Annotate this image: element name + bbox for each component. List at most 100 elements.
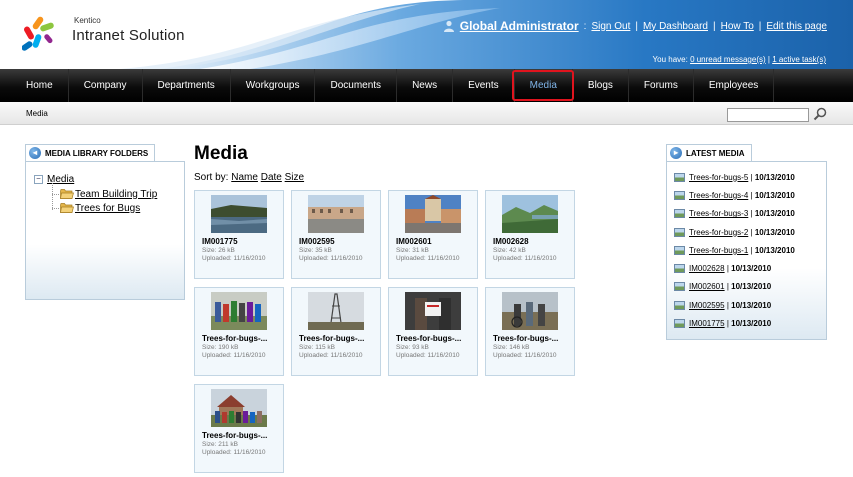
latest-media-link[interactable]: IM002601 [689, 282, 725, 291]
media-thumbnail[interactable] [502, 195, 558, 233]
list-item: IM002595 | 10/13/2010 [674, 296, 795, 314]
nav-item-media[interactable]: Media [511, 69, 575, 102]
sort-by-date-link[interactable]: Date [261, 172, 282, 183]
image-icon [674, 245, 685, 255]
tree-children: Team Building Trip Trees for Bugs [52, 181, 157, 215]
tree-collapse-toggle[interactable]: − [34, 175, 43, 184]
tile-name: Trees-for-bugs-... [493, 334, 559, 343]
tile-size: Size: 31 kB [396, 247, 429, 254]
sort-bar: Sort by: Name Date Size [194, 172, 304, 183]
nav-item-workgroups[interactable]: Workgroups [231, 69, 316, 102]
latest-media-date: 10/13/2010 [754, 209, 795, 219]
media-tile[interactable]: IM002601 Size: 31 kB Uploaded: 11/16/201… [388, 190, 478, 279]
media-thumbnail[interactable] [502, 292, 558, 330]
tile-size: Size: 146 kB [493, 344, 530, 351]
list-item: Trees-for-bugs-4 | 10/13/2010 [674, 186, 795, 204]
media-thumbnail[interactable] [405, 292, 461, 330]
my-dashboard-link[interactable]: My Dashboard [643, 21, 708, 32]
tile-size: Size: 35 kB [299, 247, 332, 254]
image-icon [674, 300, 685, 310]
media-thumbnail[interactable] [211, 292, 267, 330]
tile-name: Trees-for-bugs-... [202, 334, 268, 343]
media-tile[interactable]: Trees-for-bugs-... Size: 115 kB Uploaded… [291, 287, 381, 376]
nav-item-news[interactable]: News [397, 69, 454, 102]
nav-item-departments[interactable]: Departments [143, 69, 231, 102]
list-item: Trees-for-bugs-1 | 10/13/2010 [674, 241, 795, 259]
latest-media-link[interactable]: Trees-for-bugs-1 [689, 246, 748, 255]
search-input[interactable] [727, 108, 809, 122]
separator: | [635, 20, 638, 32]
tree-item-label[interactable]: Trees for Bugs [75, 203, 140, 214]
latest-media-link[interactable]: Trees-for-bugs-3 [689, 209, 748, 218]
latest-media-date: 10/13/2010 [754, 245, 795, 255]
media-tile[interactable]: IM002628 Size: 42 kB Uploaded: 11/16/201… [485, 190, 575, 279]
latest-media-link[interactable]: Trees-for-bugs-5 [689, 173, 748, 182]
latest-media-date: 10/13/2010 [731, 264, 772, 274]
nav-item-company[interactable]: Company [69, 69, 143, 102]
user-name-link[interactable]: Global Administrator [460, 19, 579, 33]
sort-by-name-link[interactable]: Name [231, 172, 258, 183]
latest-media-link[interactable]: IM002628 [689, 264, 725, 273]
sign-out-link[interactable]: Sign Out [591, 21, 630, 32]
list-item: Trees-for-bugs-5 | 10/13/2010 [674, 168, 795, 186]
media-tile[interactable]: Trees-for-bugs-... Size: 211 kB Uploaded… [194, 384, 284, 473]
image-icon [674, 227, 685, 237]
edit-page-link[interactable]: Edit this page [766, 21, 827, 32]
latest-media-date: 10/13/2010 [754, 190, 795, 200]
image-icon [674, 172, 685, 182]
messages-line: You have: 0 unread message(s) | 1 active… [653, 55, 826, 64]
media-thumbnail[interactable] [308, 292, 364, 330]
media-tile[interactable]: Trees-for-bugs-... Size: 93 kB Uploaded:… [388, 287, 478, 376]
media-tile[interactable]: Trees-for-bugs-... Size: 190 kB Uploaded… [194, 287, 284, 376]
nav-item-documents[interactable]: Documents [315, 69, 398, 102]
latest-media-link[interactable]: IM001775 [689, 319, 725, 328]
latest-media-date: 10/13/2010 [754, 227, 795, 237]
nav-item-home[interactable]: Home [0, 69, 69, 102]
tile-uploaded: Uploaded: 11/16/2010 [299, 352, 363, 359]
brand-small-text: Kentico [74, 16, 101, 25]
separator: | [767, 55, 770, 64]
media-tile[interactable]: IM001775 Size: 26 kB Uploaded: 11/16/201… [194, 190, 284, 279]
list-item: Trees-for-bugs-3 | 10/13/2010 [674, 205, 795, 223]
sort-by-size-link[interactable]: Size [285, 172, 304, 183]
media-thumbnail[interactable] [405, 195, 461, 233]
separator: | [758, 20, 762, 32]
latest-media-date: 10/13/2010 [731, 300, 772, 310]
user-bar: Global Administrator : Sign Out | My Das… [443, 19, 827, 33]
brand-title: Intranet Solution [72, 27, 185, 44]
latest-media-link[interactable]: Trees-for-bugs-4 [689, 191, 748, 200]
media-thumbnail[interactable] [308, 195, 364, 233]
media-tile[interactable]: Trees-for-bugs-... Size: 146 kB Uploaded… [485, 287, 575, 376]
image-icon [674, 282, 685, 292]
media-tile[interactable]: IM002595 Size: 35 kB Uploaded: 11/16/201… [291, 190, 381, 279]
unread-messages-link[interactable]: 0 unread message(s) [690, 55, 766, 64]
latest-media-link[interactable]: IM002595 [689, 301, 725, 310]
folder-tree: − Media Team Building Trip Trees for Bug… [34, 174, 157, 215]
latest-media-list: Trees-for-bugs-5 | 10/13/2010 Trees-for-… [674, 168, 795, 333]
tree-item-trees-for-bugs[interactable]: Trees for Bugs [52, 201, 157, 215]
tile-uploaded: Uploaded: 11/16/2010 [202, 255, 266, 262]
how-to-link[interactable]: How To [721, 21, 754, 32]
active-tasks-link[interactable]: 1 active task(s) [772, 55, 826, 64]
nav-item-forums[interactable]: Forums [629, 69, 694, 102]
nav-item-events[interactable]: Events [453, 69, 515, 102]
tile-name: IM002628 [493, 237, 529, 246]
list-item: IM002601 | 10/13/2010 [674, 278, 795, 296]
tile-uploaded: Uploaded: 11/16/2010 [396, 255, 460, 262]
search-icon[interactable] [813, 107, 827, 121]
tile-uploaded: Uploaded: 11/16/2010 [202, 449, 266, 456]
kentico-logo [22, 16, 54, 51]
media-thumbnail[interactable] [211, 389, 267, 427]
tile-size: Size: 93 kB [396, 344, 429, 351]
tile-name: IM002601 [396, 237, 432, 246]
nav-item-employees[interactable]: Employees [694, 69, 775, 102]
latest-media-link[interactable]: Trees-for-bugs-2 [689, 228, 748, 237]
sort-label: Sort by: [194, 172, 229, 183]
media-thumbnail[interactable] [211, 195, 267, 233]
nav-item-blogs[interactable]: Blogs [573, 69, 629, 102]
tree-item-label[interactable]: Team Building Trip [75, 189, 157, 200]
arrow-circle-icon: ▸ [670, 147, 682, 159]
tile-uploaded: Uploaded: 11/16/2010 [396, 352, 460, 359]
tile-name: Trees-for-bugs-... [396, 334, 462, 343]
tree-item-team-building-trip[interactable]: Team Building Trip [52, 187, 157, 201]
